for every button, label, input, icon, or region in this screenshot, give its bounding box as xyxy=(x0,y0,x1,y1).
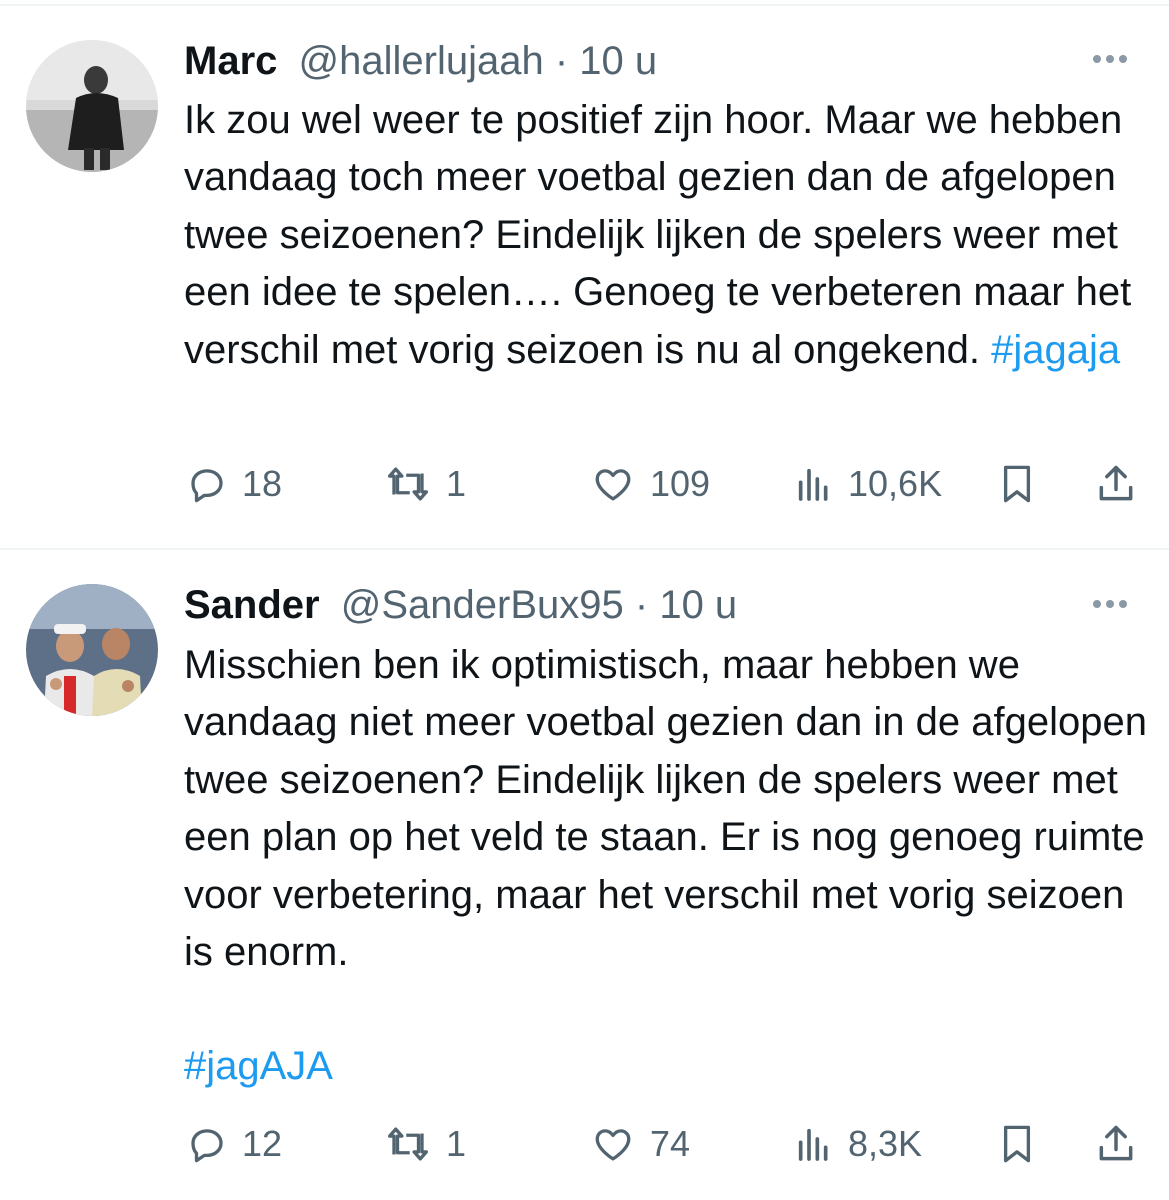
tweet-header: Marc @hallerlujaah · 10 u xyxy=(184,36,1139,86)
like-count: 109 xyxy=(650,463,711,504)
tweet-actions: 18 1 109 10,6K xyxy=(0,459,1169,509)
hashtag-link[interactable]: #jagaja xyxy=(991,328,1120,372)
tweet-text-content: Ik zou wel weer te positief zijn hoor. M… xyxy=(184,98,1132,372)
tweet-actions: 12 1 74 8,3K xyxy=(0,1119,1169,1169)
author-name[interactable]: Sander xyxy=(184,583,320,627)
tweet-text: Ik zou wel weer te positief zijn hoor. M… xyxy=(184,92,1149,379)
share-button[interactable] xyxy=(1094,459,1138,509)
hashtag-link[interactable]: #jagAJA xyxy=(184,1038,333,1095)
more-icon[interactable] xyxy=(1093,595,1137,615)
tweet-sander[interactable]: Sander @SanderBux95 · 10 u Misschien ben… xyxy=(0,550,1169,1200)
share-icon xyxy=(1099,465,1133,501)
author-handle[interactable]: @hallerlujaah xyxy=(299,39,544,83)
reply-icon xyxy=(191,469,223,503)
retweet-button[interactable]: 1 xyxy=(384,1119,466,1169)
views-button[interactable]: 8,3K xyxy=(794,1119,922,1169)
views-count: 8,3K xyxy=(848,1123,923,1164)
retweet-icon xyxy=(387,1127,429,1161)
reply-button[interactable]: 12 xyxy=(186,1119,282,1169)
bookmark-icon xyxy=(1003,1125,1031,1163)
views-icon xyxy=(798,468,828,501)
heart-icon xyxy=(595,469,631,501)
tweet-text: Misschien ben ik optimistisch, maar hebb… xyxy=(184,637,1149,981)
tweet-marc[interactable]: Marc @hallerlujaah · 10 u Ik zou wel wee… xyxy=(0,0,1169,548)
share-icon xyxy=(1099,1125,1133,1161)
like-button[interactable]: 74 xyxy=(590,1119,690,1169)
heart-icon xyxy=(595,1129,631,1161)
views-count: 10,6K xyxy=(848,463,943,504)
views-button[interactable]: 10,6K xyxy=(794,459,942,509)
tweet-header: Sander @SanderBux95 · 10 u xyxy=(184,580,1139,630)
retweet-count: 1 xyxy=(446,1123,467,1164)
reply-icon xyxy=(191,1129,223,1163)
bookmark-button[interactable] xyxy=(996,459,1038,509)
more-icon[interactable] xyxy=(1093,50,1137,70)
reply-count: 12 xyxy=(242,1123,283,1164)
retweet-button[interactable]: 1 xyxy=(384,459,466,509)
views-icon xyxy=(798,1128,828,1161)
reply-count: 18 xyxy=(242,463,283,504)
like-button[interactable]: 109 xyxy=(590,459,710,509)
retweet-icon xyxy=(387,467,429,501)
bookmark-icon xyxy=(1003,465,1031,503)
separator-dot: · xyxy=(554,39,569,83)
timestamp[interactable]: 10 u xyxy=(659,583,737,627)
bookmark-button[interactable] xyxy=(996,1119,1038,1169)
avatar[interactable] xyxy=(26,584,158,716)
author-name[interactable]: Marc xyxy=(184,39,277,83)
share-button[interactable] xyxy=(1094,1119,1138,1169)
like-count: 74 xyxy=(650,1123,691,1164)
timestamp[interactable]: 10 u xyxy=(579,39,657,83)
tweet-text-content: Misschien ben ik optimistisch, maar hebb… xyxy=(184,643,1147,975)
separator-dot: · xyxy=(634,583,649,627)
reply-button[interactable]: 18 xyxy=(186,459,282,509)
author-handle[interactable]: @SanderBux95 xyxy=(341,583,624,627)
avatar[interactable] xyxy=(26,40,158,172)
retweet-count: 1 xyxy=(446,463,467,504)
